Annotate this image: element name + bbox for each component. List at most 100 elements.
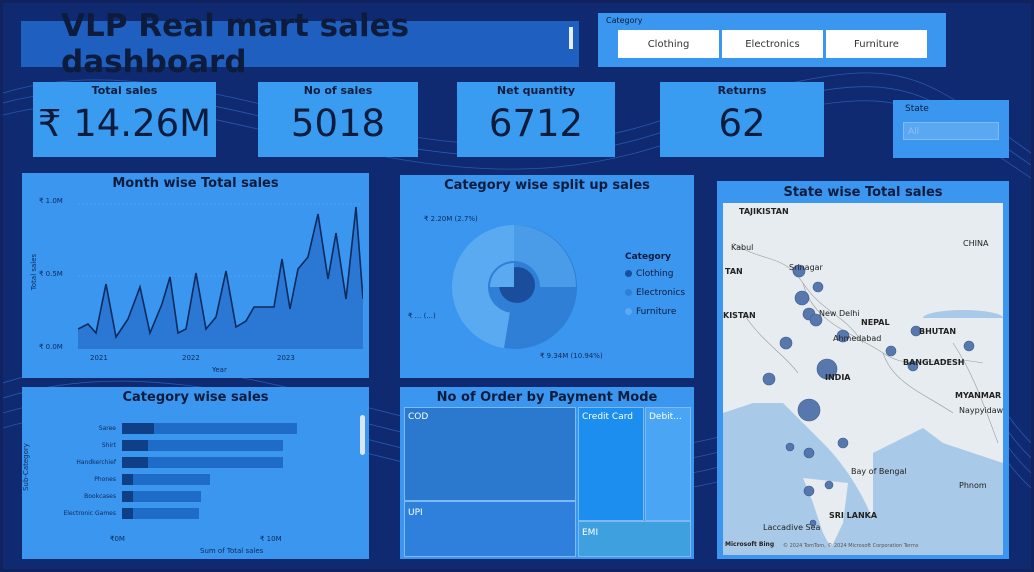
y-tick: ₹ 1.0M bbox=[39, 197, 63, 205]
bar-total[interactable] bbox=[122, 474, 210, 485]
treemap-cell-emi[interactable]: EMI bbox=[578, 521, 691, 557]
map-canvas[interactable]: TAJIKISTAN Kabul TAN KISTAN New Delhi NE… bbox=[723, 203, 1003, 555]
legend-dot-icon bbox=[625, 289, 632, 296]
x-tick: 2021 bbox=[90, 354, 108, 362]
chart-title: State wise Total sales bbox=[783, 185, 943, 200]
bar-total[interactable] bbox=[122, 491, 201, 502]
chart-title: Category wise split up sales bbox=[444, 178, 650, 193]
y-axis-label: Total sales bbox=[30, 253, 39, 291]
scrollbar[interactable] bbox=[360, 415, 365, 455]
dashboard-title: VLP Real mart sales dashboard bbox=[61, 8, 410, 80]
treemap-label: UPI bbox=[408, 508, 423, 518]
bar-segment[interactable] bbox=[122, 423, 154, 434]
kpi-value: 5018 bbox=[290, 102, 386, 145]
bar-segment[interactable] bbox=[122, 440, 148, 451]
kpi-total-sales: Total sales ₹ 14.26M bbox=[33, 82, 216, 157]
chart-title: Category wise sales bbox=[122, 390, 269, 405]
map-brand-logo: Microsoft Bing bbox=[725, 541, 775, 548]
bar-label: Handkerchief bbox=[76, 459, 116, 466]
state-slicer-label: State bbox=[905, 104, 929, 114]
legend-item-electronics: Electronics bbox=[625, 288, 685, 298]
map-label: TAN bbox=[725, 267, 743, 276]
map-graphic bbox=[723, 203, 1003, 555]
category-slicer[interactable]: Category Clothing Electronics Furniture bbox=[598, 13, 946, 67]
treemap-label: Credit Card bbox=[582, 412, 633, 422]
category-option-furniture[interactable]: Furniture bbox=[826, 30, 927, 58]
treemap-cell-debit[interactable]: Debit... bbox=[645, 407, 691, 521]
data-label-top: ₹ 2.20M (2.7%) bbox=[424, 215, 478, 223]
legend-label: Clothing bbox=[636, 269, 674, 279]
treemap-cell-credit-card[interactable]: Credit Card bbox=[578, 407, 644, 521]
chart-title: No of Order by Payment Mode bbox=[436, 390, 658, 405]
map-label: Laccadive Sea bbox=[763, 523, 821, 532]
month-wise-sales-chart: Month wise Total sales ₹ 1.0M ₹ 0.5M ₹ 0… bbox=[22, 173, 369, 378]
bar-label: Phones bbox=[94, 476, 116, 483]
legend-title: Category bbox=[625, 252, 672, 262]
category-option-clothing[interactable]: Clothing bbox=[618, 30, 719, 58]
bar-segment[interactable] bbox=[122, 457, 148, 468]
treemap-cell-upi[interactable]: UPI bbox=[404, 501, 576, 557]
legend-label: Furniture bbox=[636, 307, 677, 317]
month-sales-area bbox=[78, 203, 363, 349]
map-label: Phnom bbox=[959, 481, 987, 490]
bar-segment[interactable] bbox=[122, 474, 133, 485]
x-axis-label: Sum of Total sales bbox=[200, 547, 264, 555]
kpi-returns: Returns 62 bbox=[660, 82, 824, 157]
dashboard-canvas: VLP Real mart sales dashboard Category C… bbox=[3, 3, 1031, 569]
kpi-value: ₹ 14.26M bbox=[37, 102, 212, 145]
bar-label: Shirt bbox=[101, 442, 116, 449]
x-tick: ₹0M bbox=[110, 535, 125, 543]
category-donut bbox=[452, 224, 578, 349]
treemap-cell-cod[interactable]: COD bbox=[404, 407, 576, 501]
bar-segment[interactable] bbox=[122, 508, 133, 519]
map-label: Srinagar bbox=[789, 263, 823, 272]
text-cursor bbox=[569, 27, 573, 49]
kpi-no-of-sales: No of sales 5018 bbox=[258, 82, 418, 157]
map-label: TAJIKISTAN bbox=[739, 207, 789, 216]
kpi-label: Net quantity bbox=[496, 84, 576, 97]
kpi-value: 6712 bbox=[488, 102, 584, 145]
map-label: BANGLADESH bbox=[903, 358, 965, 367]
map-label: KISTAN bbox=[723, 311, 756, 320]
category-option-electronics[interactable]: Electronics bbox=[722, 30, 823, 58]
bar-segment[interactable] bbox=[122, 491, 133, 502]
treemap-label: COD bbox=[408, 412, 429, 422]
category-wise-sales-chart: Category wise sales Sub-Category Saree Sh… bbox=[22, 387, 369, 559]
legend-dot-icon bbox=[625, 270, 632, 277]
state-dropdown[interactable]: All bbox=[903, 122, 999, 140]
map-label: Kabul bbox=[731, 243, 754, 252]
map-attribution[interactable]: © 2024 TomTom, © 2024 Microsoft Corporat… bbox=[783, 543, 918, 549]
map-label: INDIA bbox=[825, 373, 851, 382]
treemap-label: EMI bbox=[582, 528, 599, 538]
map-label: Ahmedabad bbox=[833, 334, 882, 343]
legend-item-clothing: Clothing bbox=[625, 269, 673, 279]
kpi-label: Returns bbox=[717, 84, 767, 97]
x-tick: 2023 bbox=[277, 354, 295, 362]
dashboard-title-box: VLP Real mart sales dashboard bbox=[21, 8, 579, 80]
x-axis-label: Year bbox=[212, 366, 227, 374]
bar-label: Saree bbox=[98, 425, 116, 432]
treemap-label: Debit... bbox=[649, 412, 682, 422]
legend-dot-icon bbox=[625, 308, 632, 315]
state-wise-sales-map: State wise Total sales TAJIKISTAN Kabul … bbox=[717, 181, 1009, 559]
state-slicer[interactable]: State All bbox=[893, 100, 1009, 158]
map-label: CHINA bbox=[963, 239, 989, 248]
x-tick: ₹ 10M bbox=[260, 535, 282, 543]
map-label: NEPAL bbox=[861, 318, 890, 327]
chart-title: Month wise Total sales bbox=[112, 176, 279, 191]
kpi-label: No of sales bbox=[303, 84, 373, 97]
legend-item-furniture: Furniture bbox=[625, 307, 676, 317]
y-axis-label: Sub-Category bbox=[21, 443, 30, 491]
data-label-left: ₹ ... (...) bbox=[408, 312, 436, 320]
bar-total[interactable] bbox=[122, 508, 199, 519]
category-split-chart: Category wise split up sales ₹ 2.20M (2.… bbox=[400, 175, 694, 378]
map-label: MYANMAR bbox=[955, 391, 1002, 400]
kpi-label: Total sales bbox=[91, 84, 158, 97]
data-label-bottom: ₹ 9.34M (10.94%) bbox=[540, 352, 603, 360]
map-label: BHUTAN bbox=[919, 327, 957, 336]
payment-mode-treemap: No of Order by Payment Mode COD UPI Cred… bbox=[400, 387, 694, 559]
bar-label: Electronic Games bbox=[63, 510, 116, 517]
y-tick: ₹ 0.5M bbox=[39, 270, 63, 278]
map-label: New Delhi bbox=[819, 309, 860, 318]
legend-label: Electronics bbox=[636, 288, 686, 298]
